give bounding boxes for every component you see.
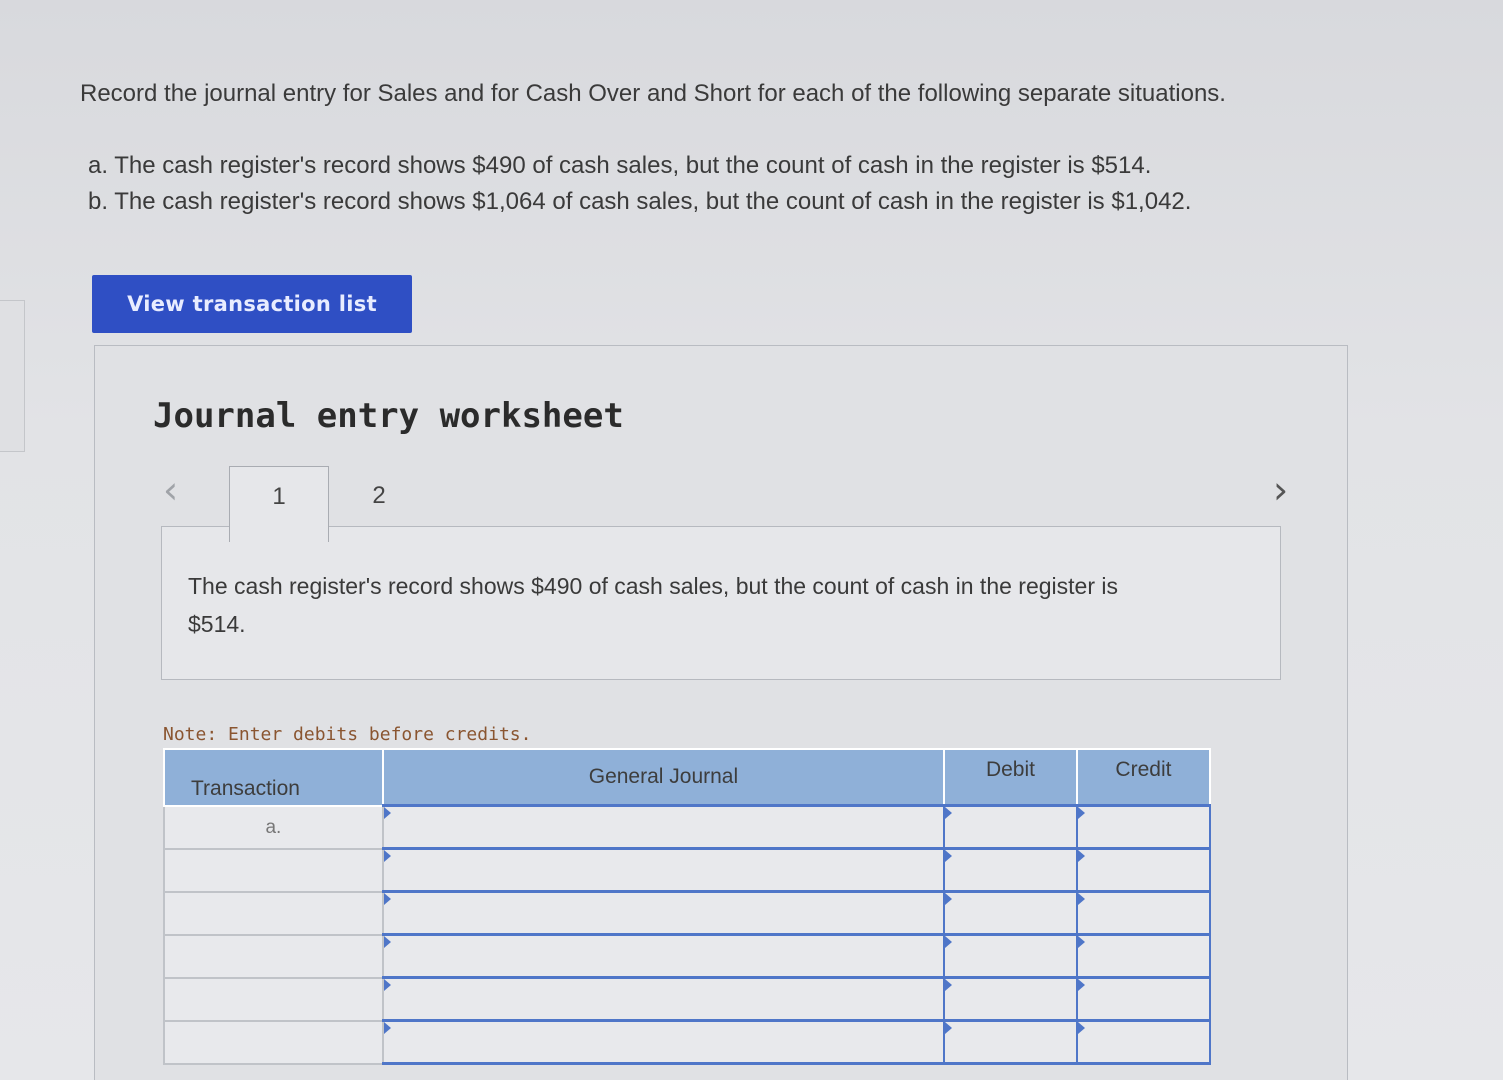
account-input[interactable] [383,936,944,976]
account-input[interactable] [383,807,944,847]
transaction-description-box: The cash register's record shows $490 of… [161,526,1281,680]
caret-icon [945,807,953,819]
account-input[interactable] [383,893,944,933]
caret-icon [383,893,391,905]
instruction-text: Record the journal entry for Sales and f… [80,80,1226,107]
debit-cell[interactable] [943,1019,1078,1065]
debit-input[interactable] [945,893,1076,933]
table-row [163,933,1212,979]
debit-cell[interactable] [943,976,1078,1022]
credit-cell[interactable] [1075,976,1212,1022]
credit-cell[interactable] [1075,847,1212,893]
table-row: a. [163,804,1212,850]
table-header-row: Transaction General Journal Debit Credit [163,748,1212,807]
transaction-description: The cash register's record shows $490 of… [188,573,1118,637]
account-dropdown[interactable] [381,804,946,850]
caret-icon [383,850,391,862]
caret-icon [383,979,391,991]
debit-input[interactable] [945,936,1076,976]
account-dropdown[interactable] [381,847,946,893]
caret-icon [383,936,391,948]
header-transaction: Transaction [163,748,384,807]
caret-icon [1077,979,1085,991]
debit-input[interactable] [945,807,1076,847]
table-row [163,847,1212,893]
account-input[interactable] [383,1022,944,1062]
caret-icon [1077,936,1085,948]
credit-cell[interactable] [1075,804,1212,850]
tab-1-label: 1 [272,483,286,510]
transaction-cell [163,976,384,1022]
account-input[interactable] [383,979,944,1019]
table-row [163,890,1212,936]
debit-cell[interactable] [943,933,1078,979]
debit-cell[interactable] [943,847,1078,893]
journal-entry-worksheet: Journal entry worksheet ‹ › 1 2 The cash… [94,345,1348,1080]
header-debit: Debit [943,748,1078,807]
account-dropdown[interactable] [381,890,946,936]
transaction-cell: a. [163,804,384,850]
worksheet-title: Journal entry worksheet [153,396,624,436]
view-transaction-list-button[interactable]: View transaction list [92,275,412,333]
debit-input[interactable] [945,1022,1076,1062]
chevron-right-icon[interactable]: › [1273,471,1288,509]
tab-2-label: 2 [372,482,386,509]
transaction-cell [163,1019,384,1065]
caret-icon [383,1022,391,1034]
credit-cell[interactable] [1075,1019,1212,1065]
account-input[interactable] [383,850,944,890]
left-panel-edge [0,300,25,452]
caret-icon [1077,893,1085,905]
caret-icon [1077,1022,1085,1034]
caret-icon [945,1022,953,1034]
page: Record the journal entry for Sales and f… [0,0,1503,1080]
credit-input[interactable] [1077,850,1209,890]
debit-cell[interactable] [943,804,1078,850]
header-general-journal: General Journal [381,748,946,807]
table-row [163,976,1212,1022]
caret-icon [1077,850,1085,862]
debit-input[interactable] [945,979,1076,1019]
credit-cell[interactable] [1075,890,1212,936]
credit-input[interactable] [1077,1022,1209,1062]
caret-icon [945,979,953,991]
credit-input[interactable] [1077,893,1209,933]
account-dropdown[interactable] [381,1019,946,1065]
caret-icon [945,936,953,948]
caret-icon [945,850,953,862]
header-credit: Credit [1075,748,1212,807]
transaction-cell [163,933,384,979]
credit-input[interactable] [1077,936,1209,976]
situation-a: a. The cash register's record shows $490… [88,152,1152,179]
transaction-cell [163,847,384,893]
caret-icon [945,893,953,905]
caret-icon [1077,807,1085,819]
chevron-left-icon[interactable]: ‹ [163,471,178,509]
credit-cell[interactable] [1075,933,1212,979]
tab-1[interactable]: 1 [229,466,329,542]
account-dropdown[interactable] [381,933,946,979]
debit-cell[interactable] [943,890,1078,936]
table-row [163,1019,1212,1065]
situation-b: b. The cash register's record shows $1,0… [88,188,1192,215]
account-dropdown[interactable] [381,976,946,1022]
caret-icon [383,807,391,819]
credit-input[interactable] [1077,807,1209,847]
transaction-cell [163,890,384,936]
entry-note: Note: Enter debits before credits. [163,724,532,745]
debit-input[interactable] [945,850,1076,890]
general-journal-table: Transaction General Journal Debit Credit… [163,748,1212,1065]
situations-list: a. The cash register's record shows $490… [88,148,1191,220]
credit-input[interactable] [1077,979,1209,1019]
